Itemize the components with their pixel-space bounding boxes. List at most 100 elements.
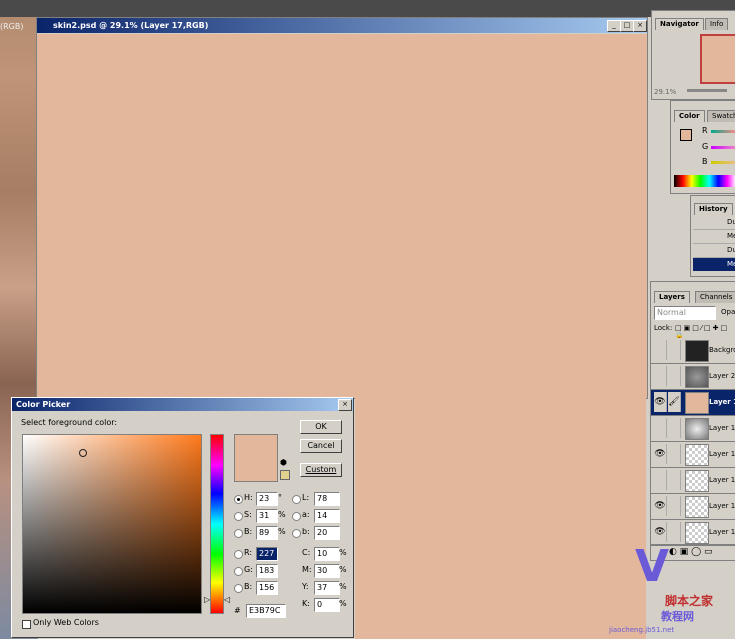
channel-r-slider[interactable] — [711, 130, 735, 133]
top-bar — [0, 0, 735, 17]
history-item[interactable]: Me — [693, 230, 735, 244]
channel-g-slider[interactable] — [711, 146, 735, 149]
r-field[interactable]: 227 — [256, 547, 278, 561]
layer-name: Backgro — [709, 346, 735, 354]
paintbrush-icon[interactable]: 🖌 — [668, 392, 681, 412]
l-field[interactable]: 78 — [314, 492, 340, 506]
layer-row-selected[interactable]: 👁 🖌 Layer 1 — [651, 390, 735, 416]
layer-row[interactable]: 👁 Layer 16 — [651, 442, 735, 468]
document-canvas[interactable] — [37, 34, 647, 398]
link-toggle[interactable] — [668, 522, 681, 542]
history-panel: History Du Me Du Me — [690, 195, 735, 277]
radio-l[interactable] — [292, 495, 301, 504]
hue-slider-left-arrow[interactable]: ▷ — [204, 595, 210, 604]
tab-layers[interactable]: Layers — [654, 291, 690, 303]
link-toggle[interactable] — [668, 418, 681, 438]
only-web-colors-checkbox[interactable] — [22, 620, 31, 629]
document-title: skin2.psd @ 29.1% (Layer 17,RGB) — [53, 21, 209, 30]
c-field[interactable]: 10 — [314, 547, 340, 561]
lab-b-field[interactable]: 20 — [314, 526, 340, 540]
navigator-zoom[interactable]: 29.1% — [654, 88, 676, 96]
color-spectrum-bar[interactable] — [674, 175, 735, 187]
close-button[interactable]: × — [633, 20, 647, 32]
document-canvas-lower[interactable] — [355, 380, 646, 639]
layer-row[interactable]: Layer 14 — [651, 468, 735, 494]
layer-row[interactable]: 👁 Layer 14 — [651, 494, 735, 520]
web-safe-color-icon[interactable] — [280, 470, 290, 480]
radio-s[interactable] — [234, 512, 243, 521]
blue-field[interactable]: 156 — [256, 581, 278, 595]
layer-row[interactable]: Backgro — [651, 338, 735, 364]
document-window[interactable]: skin2.psd @ 29.1% (Layer 17,RGB) _ □ × — [36, 17, 648, 399]
navigator-zoom-slider[interactable] — [687, 89, 727, 92]
visibility-toggle[interactable]: 👁 — [654, 496, 667, 516]
visibility-toggle[interactable] — [654, 418, 667, 438]
layer-row[interactable]: Layer 13 — [651, 416, 735, 442]
tab-history[interactable]: History — [694, 203, 733, 215]
tab-info[interactable]: Info — [705, 18, 729, 30]
minimize-button[interactable]: _ — [607, 20, 621, 32]
color-field-cursor[interactable] — [79, 449, 87, 457]
custom-button[interactable]: Custom — [300, 463, 342, 477]
layer-name: Layer 1 — [709, 398, 735, 406]
a-field[interactable]: 14 — [314, 509, 340, 523]
gamut-warning-icon[interactable]: ⬢ — [280, 458, 287, 467]
history-item-selected[interactable]: Me — [693, 258, 735, 271]
layer-thumbnail — [685, 392, 709, 414]
tab-navigator[interactable]: Navigator — [655, 18, 704, 30]
cancel-button[interactable]: Cancel — [300, 439, 342, 453]
tab-color[interactable]: Color — [674, 110, 705, 122]
layer-row[interactable]: Layer 2 — [651, 364, 735, 390]
s-field[interactable]: 31 — [256, 509, 278, 523]
b-field[interactable]: 89 — [256, 526, 278, 540]
history-item[interactable]: Du — [693, 244, 735, 258]
radio-r[interactable] — [234, 550, 243, 559]
tab-swatches[interactable]: Swatch — [707, 110, 735, 122]
channel-b-slider[interactable] — [711, 161, 735, 164]
k-field[interactable]: 0 — [314, 598, 340, 612]
color-picker-title: Color Picker — [16, 400, 71, 409]
navigator-thumbnail[interactable] — [700, 34, 735, 84]
link-toggle[interactable] — [668, 496, 681, 516]
tab-channels[interactable]: Channels — [695, 291, 735, 303]
radio-blue[interactable] — [234, 584, 243, 593]
radio-a[interactable] — [292, 512, 301, 521]
visibility-toggle[interactable] — [654, 340, 667, 360]
color-picker-title-bar[interactable]: Color Picker — [12, 398, 353, 411]
visibility-toggle[interactable] — [654, 470, 667, 490]
visibility-toggle[interactable]: 👁 — [654, 522, 667, 542]
blend-mode-select[interactable]: Normal — [654, 306, 716, 320]
radio-b[interactable] — [234, 529, 243, 538]
history-item[interactable]: Du — [693, 216, 735, 230]
watermark-line2: 教程网 — [661, 610, 694, 623]
radio-h[interactable] — [234, 495, 243, 504]
radio-lab-b[interactable] — [292, 529, 301, 538]
layer-name: Layer 13 — [709, 424, 735, 432]
visibility-toggle[interactable] — [654, 366, 667, 386]
g-field[interactable]: 183 — [256, 564, 278, 578]
label-s: S: — [244, 510, 252, 519]
hex-field[interactable]: E3B79C — [246, 604, 286, 618]
label-blue: B: — [244, 582, 253, 591]
visibility-toggle[interactable]: 👁 — [654, 444, 667, 464]
channel-b-label: B — [702, 157, 708, 166]
link-toggle[interactable] — [668, 444, 681, 464]
watermark-logo: V 脚本之家 教程网 jiaocheng.jb51.net — [605, 540, 735, 639]
saturation-brightness-field[interactable] — [22, 434, 202, 614]
hue-slider[interactable] — [210, 434, 224, 614]
document-title-bar[interactable]: skin2.psd @ 29.1% (Layer 17,RGB) — [37, 18, 647, 33]
link-toggle[interactable] — [668, 366, 681, 386]
radio-g[interactable] — [234, 567, 243, 576]
foreground-swatch[interactable] — [680, 129, 692, 141]
link-toggle[interactable] — [668, 340, 681, 360]
y-field[interactable]: 37 — [314, 581, 340, 595]
maximize-button[interactable]: □ — [620, 20, 634, 32]
h-field[interactable]: 23 — [256, 492, 278, 506]
label-g: G: — [244, 565, 253, 574]
ok-button[interactable]: OK — [300, 420, 342, 434]
close-icon[interactable]: × — [338, 399, 352, 411]
hue-slider-right-arrow[interactable]: ◁ — [224, 595, 230, 604]
link-toggle[interactable] — [668, 470, 681, 490]
visibility-toggle[interactable]: 👁 — [654, 392, 667, 412]
m-field[interactable]: 30 — [314, 564, 340, 578]
